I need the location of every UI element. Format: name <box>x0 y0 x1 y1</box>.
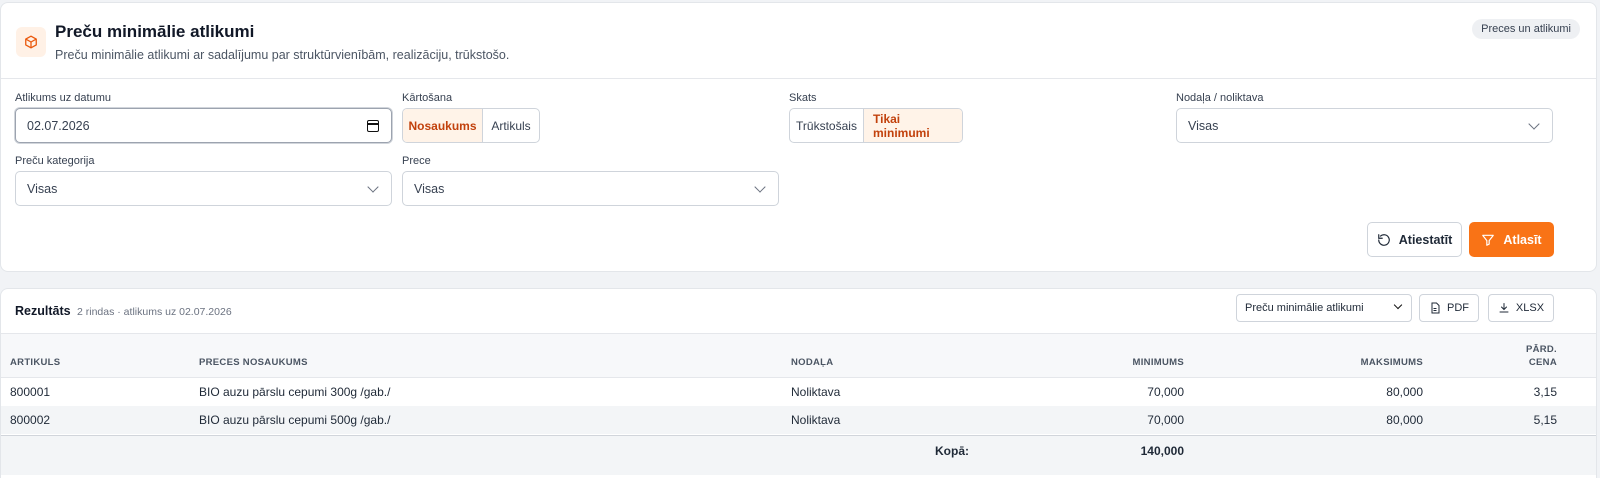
filter-card: Preču minimālie atlikumi Preču minimālie… <box>0 2 1597 272</box>
cell-price: 5,15 <box>1533 413 1557 427</box>
pdf-button[interactable]: PDF <box>1419 294 1479 322</box>
results-title: Rezultāts <box>15 304 71 318</box>
cell-max: 80,000 <box>1386 413 1423 427</box>
total-label: Kopā: <box>935 444 969 458</box>
col-article[interactable]: ARTIKULS <box>10 357 60 368</box>
table-header: ARTIKULS PRECES NOSAUKUMS NODAĻA MINIMUM… <box>1 333 1596 378</box>
page-subtitle: Preču minimālie atlikumi ar sadalījumu p… <box>55 48 510 62</box>
sort-label: Kārtošana <box>402 92 453 104</box>
reset-label: Atiestatīt <box>1398 232 1453 247</box>
view-label: Skats <box>789 92 817 104</box>
date-value: 02.07.2026 <box>27 118 90 133</box>
col-name[interactable]: PRECES NOSAUKUMS <box>199 357 308 368</box>
category-label: Preču kategorija <box>15 155 95 167</box>
sort-option-article[interactable]: Artikuls <box>483 109 539 142</box>
filter-icon <box>1482 234 1495 246</box>
total-min: 140,000 <box>1140 444 1184 458</box>
chevron-down-icon <box>367 181 379 193</box>
sort-toggle: Nosaukums Artikuls <box>402 108 540 143</box>
col-max[interactable]: MAKSIMUMS <box>1321 357 1423 368</box>
cell-dept: Noliktava <box>791 385 841 399</box>
category-select[interactable]: Visas <box>15 171 392 206</box>
view-option-minimums[interactable]: Tikai minimumi <box>864 109 962 142</box>
xlsx-button[interactable]: XLSX <box>1488 294 1554 322</box>
table-row[interactable]: 800002 BIO auzu pārslu cepumi 500g /gab.… <box>1 406 1596 434</box>
date-input[interactable]: 02.07.2026 <box>15 108 392 143</box>
dept-select[interactable]: Visas <box>1176 108 1553 143</box>
chevron-down-icon <box>1393 300 1403 310</box>
cell-article: 800001 <box>10 385 51 399</box>
download-icon <box>1499 303 1509 313</box>
xlsx-label: XLSX <box>1515 302 1545 314</box>
results-card: Rezultāts 2 rindas · atlikums uz 02.07.2… <box>0 288 1597 478</box>
reset-button[interactable]: Atiestatīt <box>1367 222 1462 257</box>
chevron-down-icon <box>754 181 766 193</box>
results-meta: 2 rindas · atlikums uz 02.07.2026 <box>77 306 232 318</box>
product-label: Prece <box>402 155 431 167</box>
header-divider <box>1 78 1596 79</box>
cell-name: BIO auzu pārslu cepumi 300g /gab./ <box>199 385 391 399</box>
report-select-value: Preču minimālie atlikumi <box>1245 302 1364 314</box>
sort-option-name[interactable]: Nosaukums <box>403 109 483 142</box>
calendar-icon[interactable] <box>367 120 379 132</box>
table-row[interactable]: 800001 BIO auzu pārslu cepumi 300g /gab.… <box>1 378 1596 406</box>
dept-value: Visas <box>1188 118 1219 133</box>
category-value: Visas <box>27 181 58 196</box>
submit-label: Atlasīt <box>1503 232 1542 247</box>
submit-button[interactable]: Atlasīt <box>1469 222 1554 257</box>
reset-icon <box>1377 233 1390 246</box>
col-price-line2[interactable]: CENA <box>1481 357 1557 368</box>
document-icon <box>1431 302 1440 314</box>
report-select[interactable]: Preču minimālie atlikumi <box>1236 294 1412 322</box>
cell-price: 3,15 <box>1533 385 1557 399</box>
col-price-line1[interactable]: PĀRD. <box>1481 344 1557 355</box>
cell-min: 70,000 <box>1147 413 1184 427</box>
box-icon <box>16 27 46 57</box>
cell-max: 80,000 <box>1386 385 1423 399</box>
table-footer: Kopā: 140,000 <box>1 435 1596 475</box>
category-badge: Preces un atlikumi <box>1472 19 1580 39</box>
dept-label: Nodaļa / noliktava <box>1176 92 1264 104</box>
cell-article: 800002 <box>10 413 51 427</box>
view-option-missing[interactable]: Trūkstošais <box>790 109 864 142</box>
chevron-down-icon <box>1528 118 1540 130</box>
date-label: Atlikums uz datumu <box>15 92 111 104</box>
view-toggle: Trūkstošais Tikai minimumi <box>789 108 963 143</box>
pdf-label: PDF <box>1447 302 1469 314</box>
cell-dept: Noliktava <box>791 413 841 427</box>
col-min[interactable]: MINIMUMS <box>1081 357 1184 368</box>
product-select[interactable]: Visas <box>402 171 779 206</box>
page-title: Preču minimālie atlikumi <box>55 22 255 41</box>
cell-name: BIO auzu pārslu cepumi 500g /gab./ <box>199 413 391 427</box>
product-value: Visas <box>414 181 445 196</box>
cell-min: 70,000 <box>1147 385 1184 399</box>
col-dept[interactable]: NODAĻA <box>791 357 833 368</box>
